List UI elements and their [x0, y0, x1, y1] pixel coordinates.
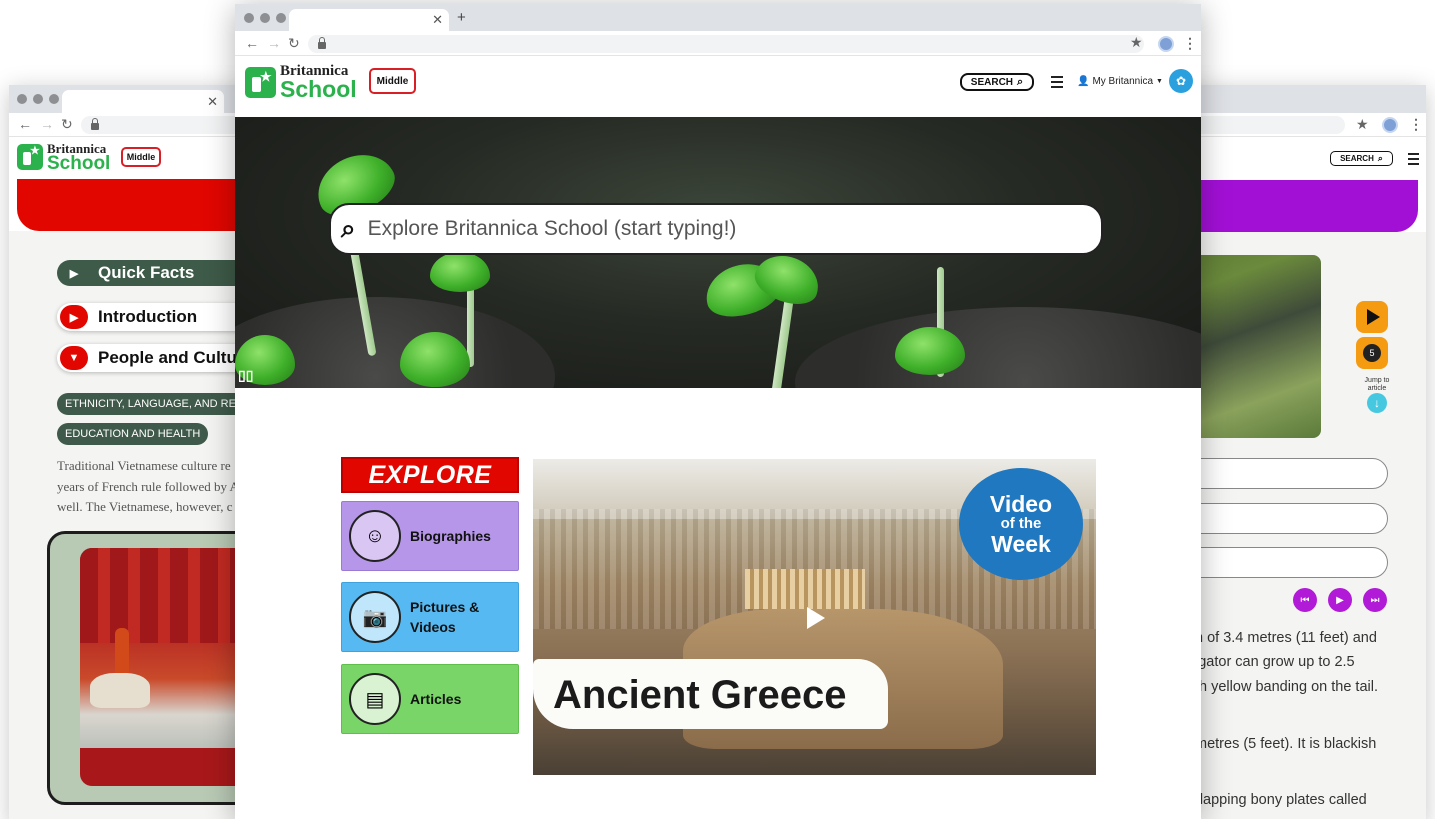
explore-card-articles[interactable]: ▤ Articles [341, 664, 519, 734]
main-site-header: ★ Britannica School Middle SEARCH ⌕ 👤 My… [235, 56, 1201, 117]
browser-menu-icon[interactable]: ⋮ [1409, 116, 1423, 133]
card-label-line: Videos [410, 619, 456, 635]
britannica-school-logo[interactable]: ★ Britannica School [17, 142, 111, 174]
bookmark-star-icon[interactable]: ★ [1356, 116, 1369, 133]
britannica-thistle-icon[interactable]: ✿ [1169, 69, 1193, 93]
hero-search-input[interactable]: ⌕ Explore Britannica School (start typin… [329, 203, 1103, 255]
video-of-the-week-badge: Video of the Week [959, 468, 1083, 580]
paragraph-line: rlapping bony plates called [1195, 792, 1367, 808]
play-button[interactable]: ▶ [1328, 588, 1352, 612]
back-icon[interactable]: ← [18, 116, 32, 132]
window-controls[interactable] [244, 13, 286, 23]
jump-to-article-label: Jump to article [1360, 377, 1394, 393]
lock-icon [91, 118, 99, 130]
paragraph-line: years of French rule followed by A [57, 479, 239, 494]
menu-icon[interactable] [1408, 153, 1419, 168]
main-address-field[interactable]: ★ [308, 34, 1144, 53]
paragraph-line: h of 3.4 metres (11 feet) and [1195, 630, 1377, 646]
browser-menu-icon[interactable]: ⋮ [1183, 35, 1197, 52]
logo-word-school: School [47, 152, 111, 174]
level-badge[interactable]: Middle [121, 147, 161, 167]
rewind-button[interactable]: ⏮ [1293, 588, 1317, 612]
tag-education[interactable]: EDUCATION AND HEALTH [57, 423, 209, 445]
pause-animation-icon[interactable]: ▯▯ [238, 367, 253, 384]
portrait-icon: ☺ [349, 510, 401, 562]
logo-badge-icon: ★ [17, 144, 43, 171]
header-search-button[interactable]: SEARCH ⌕ [960, 73, 1034, 91]
bookmark-star-icon[interactable]: ★ [1130, 34, 1143, 51]
close-tab-icon[interactable]: ✕ [207, 94, 218, 110]
account-label: My Britannica [1092, 76, 1154, 87]
card-label-line: Pictures & [410, 599, 480, 615]
user-icon: 👤 [1077, 76, 1090, 87]
britannica-school-logo[interactable]: ★ Britannica School [245, 64, 357, 102]
play-right-icon: ▶ [69, 267, 79, 280]
close-tab-icon[interactable]: ✕ [432, 12, 443, 28]
read-aloud-play-button[interactable] [1356, 301, 1388, 333]
search-icon: ⌕ [341, 213, 356, 243]
paragraph-line: th yellow banding on the tail. [1195, 679, 1378, 695]
tag-ethnicity[interactable]: ETHNICITY, LANGUAGE, AND RELIG [57, 393, 262, 415]
paragraph-line: well. The Vietnamese, however, c [57, 499, 233, 514]
new-tab-icon[interactable]: + [457, 9, 466, 26]
main-browser-window: ✕ + ← → ↻ ★ ⋮ ★ Britannica School Middle… [235, 4, 1201, 819]
reload-icon[interactable]: ↻ [288, 35, 300, 52]
screenshot-stage: ✕ ← → ↻ ★ Britannica School Middle ▶ Qui… [0, 0, 1435, 819]
hero-banner: ⌕ Explore Britannica School (start typin… [235, 117, 1201, 388]
badge-line: Video [989, 491, 1053, 517]
fast-forward-button[interactable]: ⏭ [1363, 588, 1387, 612]
play-right-icon: ▶ [60, 305, 88, 329]
logo-badge-icon: ★ [245, 66, 276, 98]
reading-level-button[interactable]: 5 [1356, 337, 1388, 369]
card-label: Articles [410, 691, 462, 707]
article-icon: ▤ [349, 673, 401, 725]
badge-line: of the [1000, 515, 1042, 532]
paragraph-line: igator can grow up to 2.5 [1195, 654, 1355, 670]
explore-heading: EXPLORE [341, 457, 519, 493]
jump-line: Jump to [1364, 377, 1390, 384]
right-search-button[interactable]: SEARCH ⌕ [1330, 151, 1393, 166]
jump-down-icon[interactable]: ↓ [1367, 393, 1387, 413]
badge-line: Week [991, 531, 1051, 557]
reading-level-count: 5 [1363, 344, 1381, 362]
explore-card-pictures-videos[interactable]: 📷 Pictures & Videos [341, 582, 519, 652]
my-britannica-menu[interactable]: 👤 My Britannica ▼ [1077, 76, 1163, 87]
explore-card-biographies[interactable]: ☺ Biographies [341, 501, 519, 571]
main-url-bar: ← → ↻ ★ ⋮ [235, 31, 1201, 56]
paragraph-line: Traditional Vietnamese culture re [57, 458, 231, 473]
caret-down-icon: ▼ [60, 346, 88, 370]
left-browser-tab[interactable]: ✕ [62, 90, 224, 113]
card-label: Pictures & Videos [410, 597, 479, 637]
jump-line: article [1367, 385, 1387, 392]
back-icon[interactable]: ← [245, 35, 259, 51]
video-title: Ancient Greece [553, 673, 847, 717]
video-play-icon[interactable] [807, 607, 825, 629]
main-browser-tab[interactable]: ✕ [289, 9, 449, 31]
main-tab-strip: ✕ + [235, 4, 1201, 31]
section-label: Introduction [98, 307, 198, 326]
section-label: People and Cultu [98, 348, 237, 367]
level-badge[interactable]: Middle [369, 68, 416, 94]
camera-film-icon: 📷 [349, 591, 401, 643]
forward-icon[interactable]: → [267, 35, 281, 51]
search-label: SEARCH [1340, 154, 1374, 163]
paragraph-line: metres (5 feet). It is blackish [1195, 736, 1377, 752]
search-placeholder: Explore Britannica School (start typing!… [367, 217, 737, 240]
logo-word-school: School [280, 75, 357, 102]
search-label: SEARCH [970, 76, 1014, 88]
lock-icon [318, 37, 326, 49]
profile-avatar-icon[interactable] [1382, 117, 1398, 133]
chevron-down-icon: ▼ [1156, 78, 1163, 85]
forward-icon[interactable]: → [40, 116, 54, 132]
window-controls[interactable] [17, 94, 59, 104]
reload-icon[interactable]: ↻ [61, 116, 73, 133]
search-icon: ⌕ [1017, 75, 1024, 88]
card-label: Biographies [410, 528, 491, 544]
profile-avatar-icon[interactable] [1158, 36, 1174, 52]
search-icon: ⌕ [1377, 153, 1383, 163]
menu-icon[interactable] [1051, 76, 1063, 91]
section-label: Quick Facts [98, 263, 195, 282]
